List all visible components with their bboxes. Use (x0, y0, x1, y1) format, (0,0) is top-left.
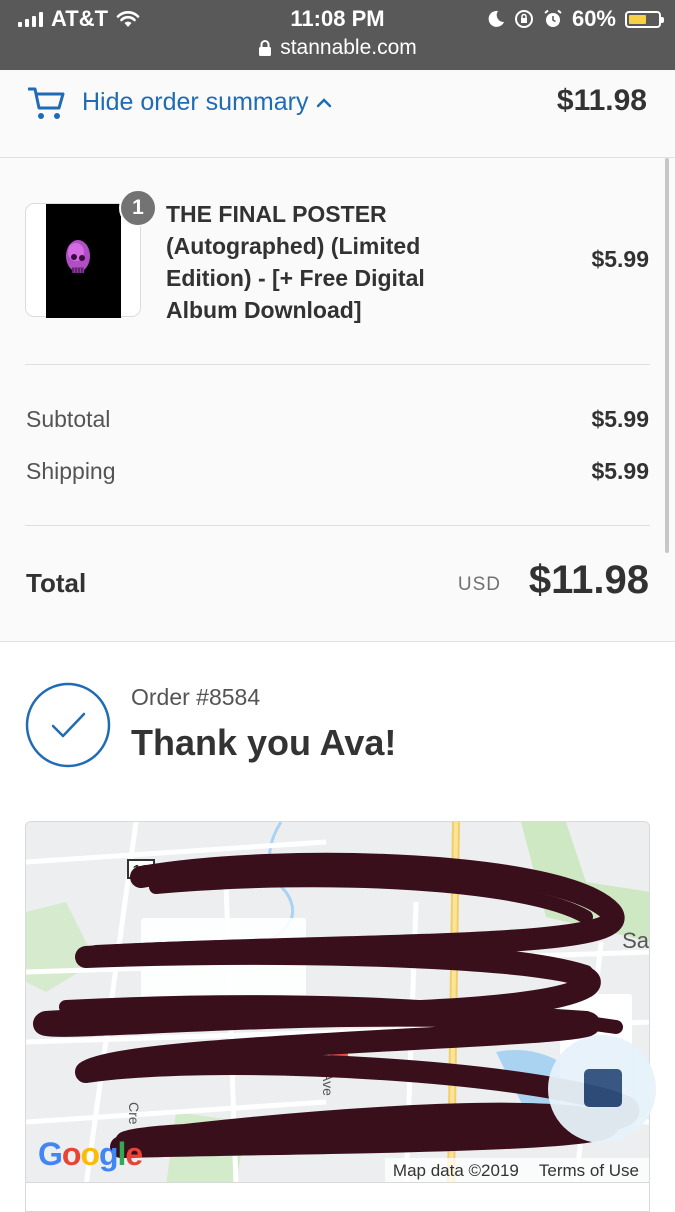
map-attribution: Map data ©2019 (392, 1161, 519, 1180)
total-value: $11.98 (528, 558, 649, 602)
google-logo: Google (38, 1136, 143, 1173)
divider (25, 364, 650, 365)
status-bar: AT&T 11:08 PM 60% stannable.com (0, 0, 675, 70)
google-letter: g (98, 1136, 119, 1172)
battery-icon (625, 10, 664, 28)
url-bar[interactable]: stannable.com (0, 36, 675, 60)
skull-image (66, 240, 90, 273)
toggle-label-text: Hide order summary (82, 88, 309, 116)
cart-icon (28, 87, 65, 119)
google-letter: G (38, 1136, 63, 1172)
subtotal-label: Subtotal (26, 406, 111, 432)
product-image (46, 204, 121, 318)
alarm-icon (544, 9, 562, 27)
subtotal-value: $5.99 (591, 406, 649, 432)
chevron-up-icon (317, 97, 332, 107)
google-letter: o (61, 1136, 82, 1172)
order-summary: 1 THE FINAL POSTER (Autographed) (Limite… (0, 158, 675, 642)
status-left: AT&T (18, 6, 140, 32)
map-footer: Map data ©2019 Terms of Use (384, 1158, 649, 1184)
moon-icon (488, 10, 504, 27)
terms-of-use-link[interactable]: Terms of Use (539, 1161, 639, 1181)
scrollbar[interactable] (665, 158, 669, 553)
quantity-badge: 1 (119, 189, 157, 227)
checkmark-circle-icon (25, 682, 111, 768)
currency-code: USD (457, 574, 501, 595)
chat-icon (584, 1069, 622, 1107)
rotation-lock-icon (514, 10, 533, 28)
redaction-scribble (33, 852, 640, 1158)
lock-icon (259, 39, 272, 56)
chat-button[interactable] (548, 1035, 656, 1143)
shipping-value: $5.99 (591, 458, 649, 484)
google-letter: l (117, 1136, 127, 1172)
total-label: Total (26, 568, 87, 598)
hide-order-summary-link[interactable]: Hide order summary (82, 88, 332, 117)
status-right: 60% (487, 6, 664, 32)
wifi-icon (116, 11, 140, 27)
url-text: stannable.com (280, 36, 417, 59)
carrier-label: AT&T (51, 6, 109, 31)
thank-you-heading: Thank you Ava! (131, 722, 397, 763)
next-section-card (25, 1182, 650, 1212)
order-summary-toggle[interactable]: Hide order summary $11.98 (0, 70, 675, 158)
product-name: THE FINAL POSTER (Autographed) (Limited … (166, 201, 425, 323)
divider (25, 525, 650, 526)
summary-total-price: $11.98 (556, 84, 647, 117)
google-letter: e (125, 1136, 143, 1172)
google-letter: o (80, 1136, 100, 1172)
signal-icon (18, 11, 43, 27)
order-number: Order #8584 (131, 684, 261, 710)
map[interactable]: 18 Sa Ave Cre Google Map data ©2019 Term… (25, 821, 650, 1185)
battery-percent: 60% (571, 6, 616, 31)
product-price: $5.99 (591, 246, 649, 272)
shipping-label: Shipping (26, 458, 116, 484)
